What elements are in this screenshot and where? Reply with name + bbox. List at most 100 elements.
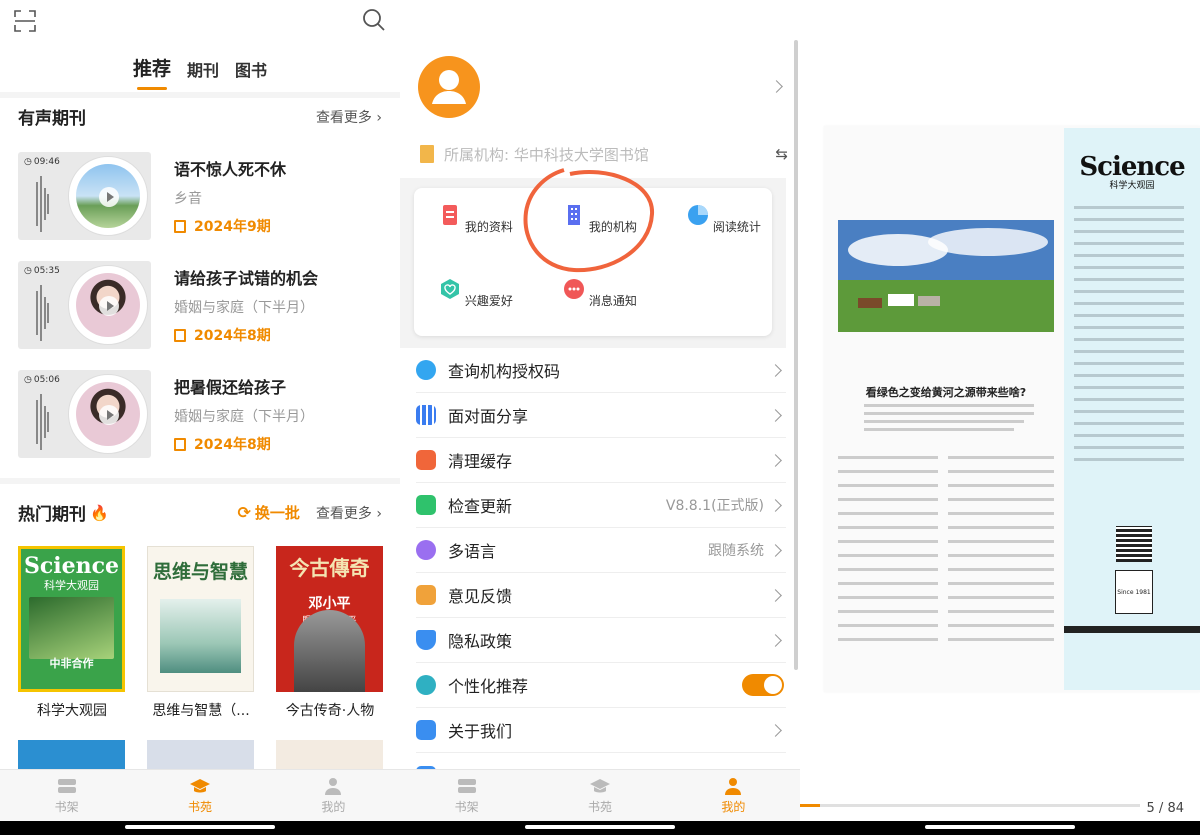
- avatar[interactable]: [418, 56, 480, 118]
- play-icon[interactable]: [99, 187, 119, 207]
- menu-item-clear-cache[interactable]: 清理缓存: [416, 438, 786, 483]
- toc-line: [948, 526, 1054, 529]
- bookshelf-icon: [57, 778, 76, 793]
- toc-line: [838, 470, 938, 473]
- menu-item-auth-code[interactable]: 查询机构授权码: [416, 348, 786, 393]
- masthead-line: [1074, 230, 1184, 233]
- refresh-batch-button[interactable]: ⟳ 换一批: [238, 502, 300, 523]
- gesture-bar: [400, 821, 800, 835]
- personalized-toggle[interactable]: [742, 674, 784, 696]
- nav-bookshelf[interactable]: 书架: [400, 770, 533, 821]
- toc-line: [838, 484, 938, 487]
- settings-list: 查询机构授权码 面对面分享 清理缓存 检查更新 V8.8.1(正式版) 多语言 跟随…: [416, 348, 786, 798]
- book-cover[interactable]: [147, 740, 254, 770]
- grid-item-reading-stats[interactable]: 阅读统计: [664, 204, 784, 235]
- cover-title: 思维与智慧: [152, 561, 248, 583]
- menu-item-privacy[interactable]: 隐私政策: [416, 618, 786, 663]
- tab-periodicals[interactable]: 期刊: [187, 57, 219, 81]
- cover-title: 今古傳奇: [289, 556, 370, 580]
- category-tabs: 推荐 期刊 图书: [0, 54, 400, 90]
- toc-line: [838, 582, 938, 585]
- book-cover[interactable]: [18, 740, 125, 770]
- masthead-line: [1074, 254, 1184, 257]
- menu-item-language[interactable]: 多语言 跟随系统: [416, 528, 786, 573]
- book-cover[interactable]: 今古傳奇 邓小平 眼中的邓小平: [276, 546, 383, 692]
- menu-item-check-update[interactable]: 检查更新 V8.8.1(正式版): [416, 483, 786, 528]
- magazine-page[interactable]: Science 科学大观园 看绿色之变给黄河之源带来些啥? Since 1981: [824, 126, 1200, 692]
- book-cover[interactable]: Science 科学大观园 中非合作: [18, 546, 125, 692]
- book-cover[interactable]: 思维与智慧: [147, 546, 254, 692]
- clock-icon: ◷: [24, 157, 32, 167]
- graduation-cap-icon: [189, 778, 210, 792]
- grid-item-interests[interactable]: 兴趣爱好: [416, 278, 536, 309]
- clock-icon: ◷: [24, 266, 32, 276]
- toc-line: [948, 596, 1054, 599]
- institution-row[interactable]: 所属机构: 华中科技大学图书馆 ⇆: [420, 142, 788, 166]
- chevron-right-icon[interactable]: [770, 80, 783, 93]
- nav-bookstore[interactable]: 书苑: [133, 770, 266, 821]
- book-title: 科学大观园: [37, 703, 107, 719]
- info-icon: [416, 720, 436, 740]
- tab-recommend[interactable]: 推荐: [133, 54, 171, 90]
- headline: 看绿色之变给黄河之源带来些啥?: [865, 386, 1027, 399]
- version-label: V8.8.1(正式版): [665, 498, 764, 514]
- refresh-icon: [416, 495, 436, 515]
- cover-subtitle: 科学大观园: [44, 579, 99, 592]
- audio-item[interactable]: ◷ 05:35 请给孩子试错的机会 婚姻与家庭（下半月） 2024年8期: [18, 261, 382, 349]
- masthead-line: [1074, 410, 1184, 413]
- section-title: 有声期刊: [18, 109, 86, 129]
- qr-icon: [416, 405, 436, 425]
- masthead-line: [1074, 362, 1184, 365]
- magazine-icon: [174, 437, 186, 451]
- nav-mine[interactable]: 我的: [667, 770, 800, 821]
- play-icon[interactable]: [99, 405, 119, 425]
- toc-line: [948, 554, 1054, 557]
- scrollbar[interactable]: [794, 40, 798, 670]
- nav-bookstore[interactable]: 书苑: [533, 770, 666, 821]
- bottom-navigation: 书架 书苑 我的: [400, 769, 800, 821]
- menu-item-personalized[interactable]: 个性化推荐: [416, 663, 786, 708]
- audio-thumbnail: ◷ 05:06: [18, 370, 151, 458]
- waveform-icon: [36, 176, 49, 232]
- masthead-line: [1074, 242, 1184, 245]
- language-value: 跟随系统: [708, 543, 764, 559]
- toc-line: [838, 554, 938, 557]
- toc-line: [838, 624, 938, 627]
- reading-progress[interactable]: [800, 804, 1140, 807]
- person-icon: [725, 777, 742, 795]
- divider: [0, 92, 400, 98]
- masthead-line: [1074, 314, 1184, 317]
- scan-icon[interactable]: [14, 10, 36, 32]
- text-line: [864, 404, 1034, 407]
- play-icon[interactable]: [99, 296, 119, 316]
- nav-mine[interactable]: 我的: [267, 770, 400, 821]
- audio-issue: 2024年9期: [174, 216, 271, 236]
- see-more-label: 查看更多: [315, 109, 372, 126]
- menu-item-share[interactable]: 面对面分享: [416, 393, 786, 438]
- audio-source: 婚姻与家庭（下半月）: [174, 300, 314, 316]
- book-title: 思维与智慧（...: [152, 703, 250, 719]
- waveform-icon: [36, 394, 49, 450]
- tab-books[interactable]: 图书: [235, 57, 267, 81]
- menu-item-about[interactable]: 关于我们: [416, 708, 786, 753]
- message-icon: [564, 279, 585, 299]
- audio-issue: 2024年8期: [174, 325, 271, 345]
- waveform-icon: [36, 285, 49, 341]
- book-title: 今古传奇·人物: [285, 703, 375, 719]
- book-cover[interactable]: [276, 740, 383, 770]
- chevron-right-icon: [769, 499, 782, 512]
- duration: ◷ 05:35: [24, 266, 60, 276]
- cover-photo: [838, 220, 1054, 332]
- switch-icon[interactable]: ⇆: [775, 145, 788, 163]
- gesture-bar: [0, 821, 400, 835]
- grid-item-notifications[interactable]: 消息通知: [540, 278, 660, 309]
- toc-line: [948, 624, 1054, 627]
- audio-item[interactable]: ◷ 05:06 把暑假还给孩子 婚姻与家庭（下半月） 2024年8期: [18, 370, 382, 458]
- gesture-bar: [800, 821, 1200, 835]
- see-more-audio-link[interactable]: 查看更多 ›: [316, 107, 382, 127]
- audio-item[interactable]: ◷ 09:46 语不惊人死不休 乡音 2024年9期: [18, 152, 382, 240]
- see-more-hot-link[interactable]: 查看更多 ›: [316, 503, 382, 523]
- search-icon[interactable]: [362, 8, 386, 32]
- nav-bookshelf[interactable]: 书架: [0, 770, 133, 821]
- menu-item-feedback[interactable]: 意见反馈: [416, 573, 786, 618]
